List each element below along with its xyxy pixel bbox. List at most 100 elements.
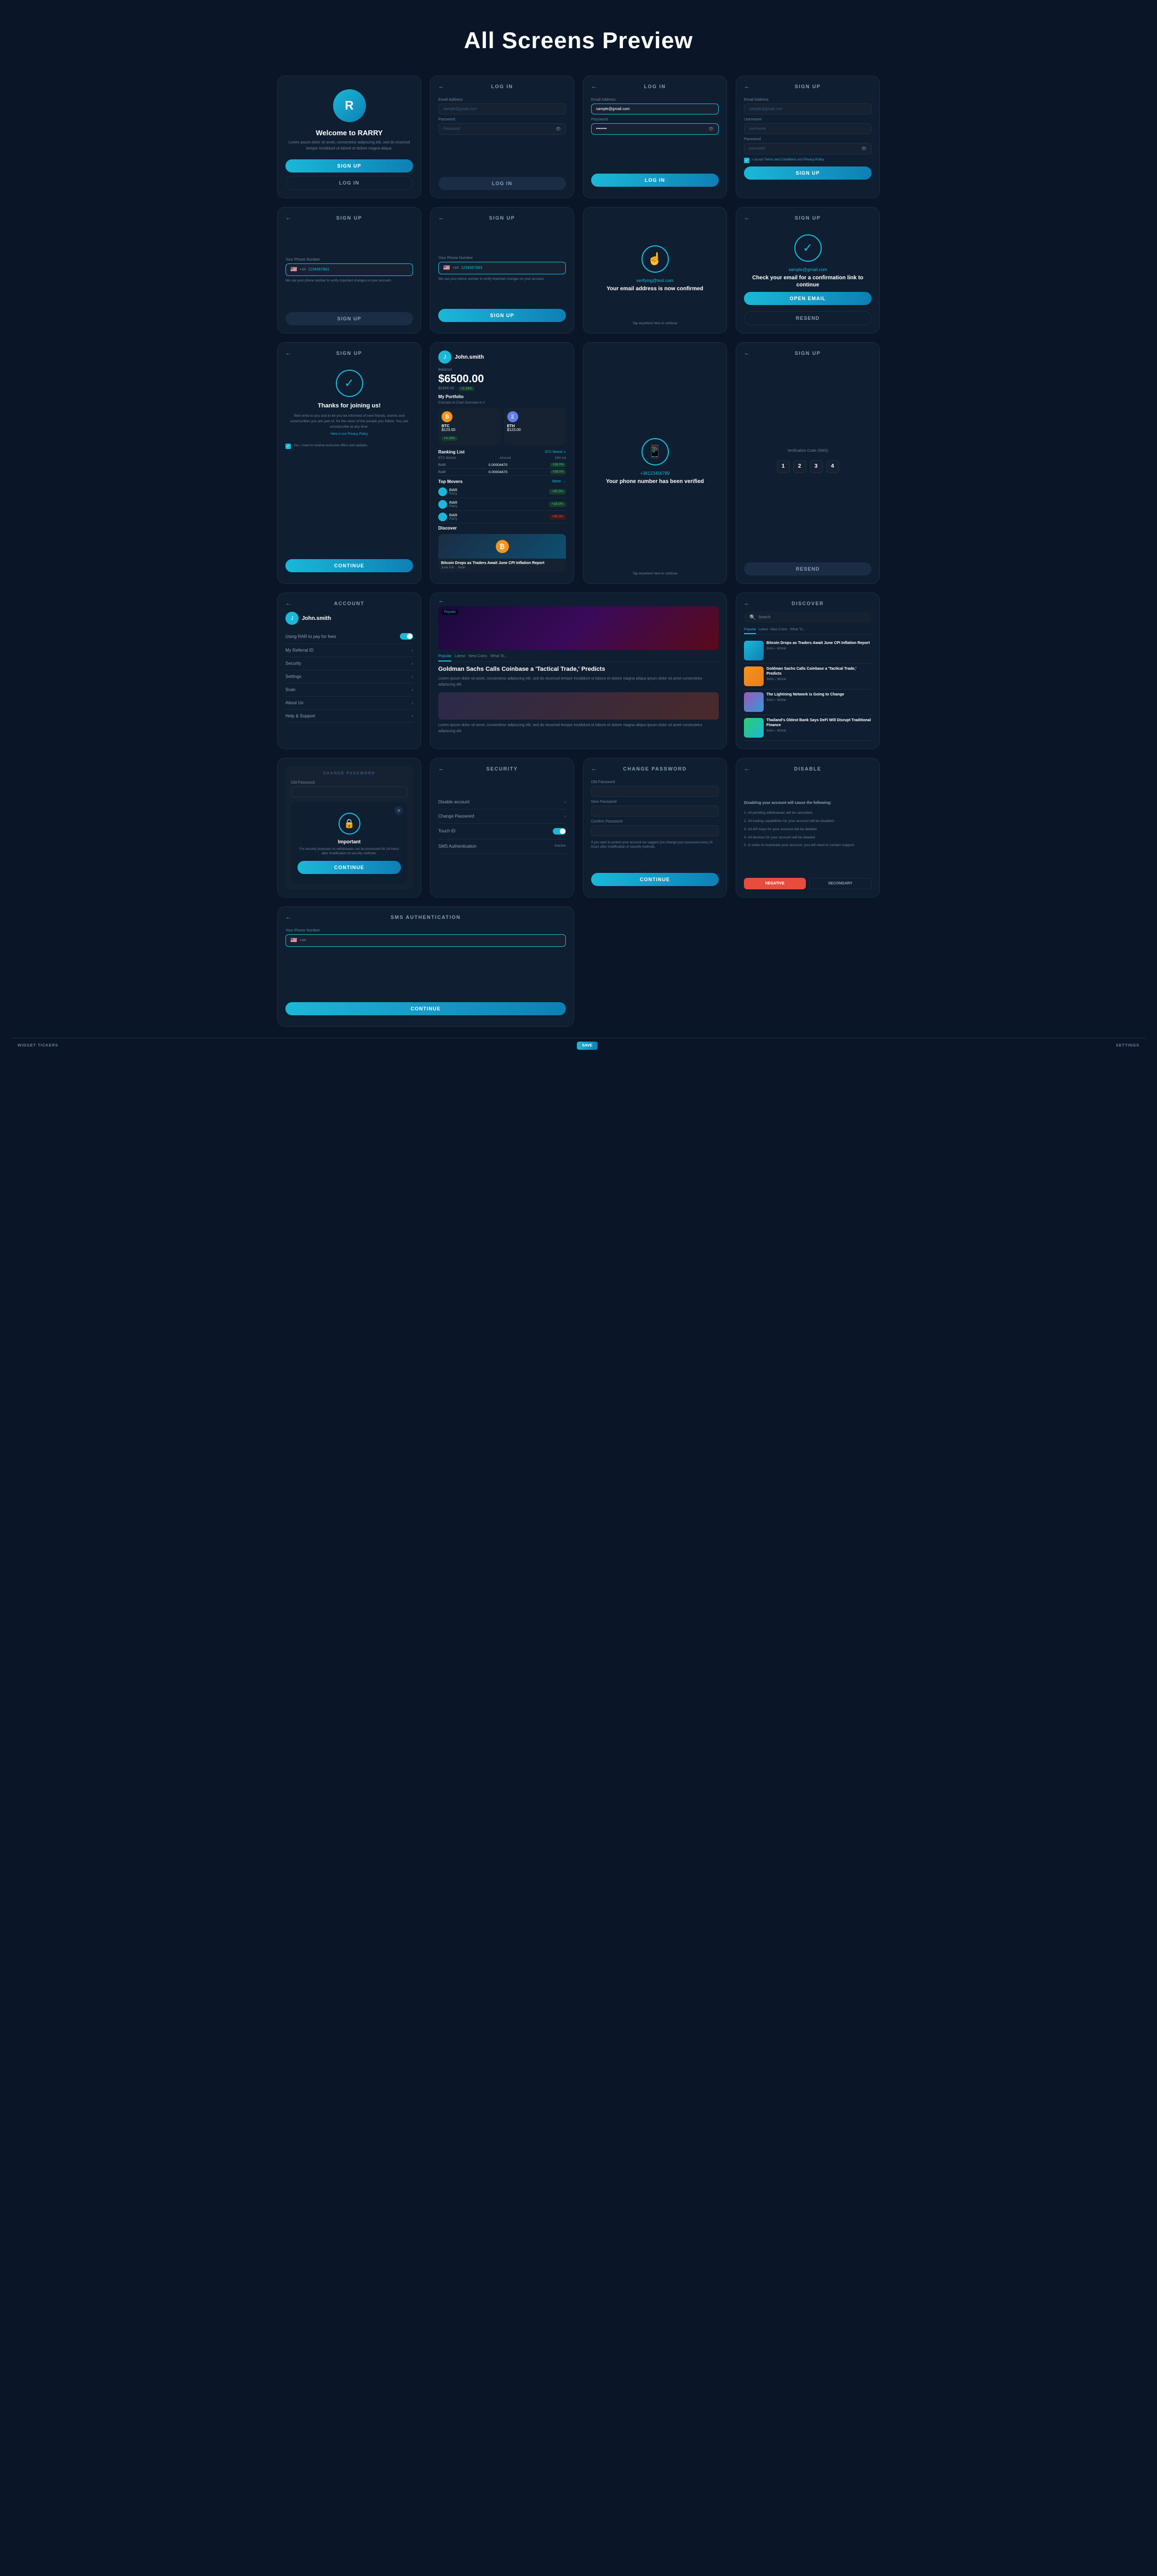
- privacy-link[interactable]: Here is our Privacy Policy: [285, 433, 413, 436]
- secondary-btn[interactable]: SECONDARY: [809, 878, 872, 889]
- cp-new-input[interactable]: [591, 806, 719, 817]
- screen-phone-verified: 📱 +38123456789 Your phone number has bee…: [583, 342, 727, 584]
- movers-more[interactable]: More →: [552, 480, 566, 484]
- negative-btn[interactable]: NEGATIVE: [744, 878, 806, 889]
- chevron-right-icon: ›: [411, 648, 413, 653]
- otp-digit-1[interactable]: 1: [777, 460, 790, 473]
- back-arrow-icon[interactable]: ←: [438, 597, 445, 604]
- back-arrow-icon[interactable]: ←: [744, 83, 751, 90]
- discover-title: Discover: [438, 526, 566, 531]
- back-arrow-icon[interactable]: ←: [285, 350, 293, 357]
- back-arrow-icon[interactable]: ←: [285, 600, 293, 607]
- thanks-continue-btn[interactable]: CONTINUE: [285, 559, 413, 572]
- login2-btn[interactable]: LOG IN: [591, 174, 719, 187]
- tab-newcoins[interactable]: New Coins: [770, 628, 787, 634]
- eye-icon[interactable]: 👁: [861, 146, 867, 151]
- security-change-pw[interactable]: Change Password ›: [438, 809, 566, 824]
- back-arrow-icon[interactable]: ←: [285, 914, 293, 921]
- account-item-about[interactable]: About Us ›: [285, 697, 413, 710]
- back-arrow-icon[interactable]: ←: [591, 83, 598, 90]
- phone1-signup-btn[interactable]: SIGN UP: [285, 312, 413, 325]
- back-arrow-icon[interactable]: ←: [438, 83, 445, 90]
- tab-latest[interactable]: Latest: [758, 628, 768, 634]
- account-item-scan[interactable]: Scan ›: [285, 683, 413, 697]
- open-email-btn[interactable]: OPEN EMAIL: [744, 292, 872, 305]
- cp-confirm-label: Confirm Password: [591, 820, 719, 824]
- signup1-btn[interactable]: SIGN UP: [744, 166, 872, 180]
- eye-icon[interactable]: 👁: [708, 127, 714, 131]
- otp-resend-btn[interactable]: RESEND: [744, 562, 872, 576]
- ranking-filter[interactable]: BTC Market ∨: [545, 450, 566, 454]
- article-hero-img: Popular: [438, 606, 719, 650]
- touch-id-toggle[interactable]: [553, 828, 566, 835]
- resend-btn[interactable]: RESEND: [744, 311, 872, 325]
- otp-digit-3[interactable]: 3: [810, 460, 823, 473]
- cp-continue-btn[interactable]: CONTINUE: [591, 873, 719, 886]
- welcome-signup-button[interactable]: SIGN UP: [285, 159, 413, 173]
- item-label: My Referral ID: [285, 648, 314, 653]
- otp-digit-2[interactable]: 2: [793, 460, 806, 473]
- signup1-email-input[interactable]: sample@gmail.com: [744, 104, 872, 114]
- signup1-password-input[interactable]: password 👁: [744, 143, 872, 154]
- tab-newcoins[interactable]: New Coins: [468, 654, 487, 662]
- phone2-signup-btn[interactable]: SIGN UP: [438, 309, 566, 322]
- phone-code: +44: [299, 268, 306, 272]
- login2-email-input[interactable]: sample@gmail.com: [591, 104, 719, 114]
- back-arrow-icon[interactable]: ←: [744, 600, 751, 607]
- tab-popular[interactable]: Popular: [744, 628, 756, 634]
- news-thumb-3: [744, 692, 764, 712]
- screen-dashboard: J John.smith Balance $6500.00 $2456.00 +…: [430, 342, 574, 584]
- tab-whatto[interactable]: What To...: [490, 654, 507, 662]
- account-item-settings[interactable]: Settings ›: [285, 670, 413, 683]
- eye-icon[interactable]: 👁: [555, 127, 561, 131]
- tab-latest[interactable]: Latest: [455, 654, 465, 662]
- thanks-checkbox[interactable]: ✓: [285, 444, 291, 449]
- sms-continue-btn[interactable]: CONTINUE: [285, 1002, 566, 1015]
- account-item-referral[interactable]: My Referral ID ›: [285, 644, 413, 657]
- cp-confirm-input[interactable]: [591, 825, 719, 836]
- modal-continue-btn[interactable]: CONTINUE: [297, 861, 401, 874]
- back-arrow-icon[interactable]: ←: [438, 215, 445, 221]
- phone1-input[interactable]: 🇺🇸 +44 1234567891: [285, 263, 413, 276]
- terms-checkbox[interactable]: ✓: [744, 158, 749, 163]
- welcome-login-button[interactable]: LOG IN: [285, 176, 413, 190]
- security-touch-id[interactable]: Touch ID: [438, 824, 566, 840]
- security-disable[interactable]: Disable account ›: [438, 795, 566, 809]
- tab-popular[interactable]: Popular: [438, 654, 451, 662]
- signup1-password-label: Password: [744, 137, 872, 141]
- save-button[interactable]: SAVE: [577, 1042, 598, 1050]
- account-item-help[interactable]: Help & Support ›: [285, 710, 413, 723]
- search-bar[interactable]: 🔍 Search: [744, 612, 872, 623]
- login1-email-input[interactable]: sample@gmail.com: [438, 104, 566, 114]
- settings-label: SETTINGS: [1116, 1044, 1139, 1048]
- otp-digit-4[interactable]: 4: [826, 460, 839, 473]
- check-email-header: ← SIGN UP: [744, 215, 872, 221]
- login1-password-input[interactable]: Password 👁: [438, 123, 566, 135]
- modal-close-btn[interactable]: ✕: [394, 806, 403, 815]
- back-arrow-icon[interactable]: ←: [744, 766, 751, 772]
- back-arrow-icon[interactable]: ←: [744, 350, 751, 357]
- account-item-toggle[interactable]: Using RAR to pay for fees: [285, 629, 413, 644]
- toggle-switch[interactable]: [400, 633, 413, 640]
- news-title-4: Thailand's Oldest Bank Says DeFi Will Di…: [766, 718, 872, 728]
- phone2-input[interactable]: 🇺🇸 +44 1234567893: [438, 262, 566, 274]
- tab-whatto[interactable]: What To...: [790, 628, 806, 634]
- thanks-header: ← SIGN UP: [285, 350, 413, 356]
- back-arrow-icon[interactable]: ←: [438, 766, 445, 772]
- balance-label: Balance: [438, 368, 566, 372]
- dashboard-username: John.smith: [455, 354, 484, 360]
- signup1-username-input[interactable]: username: [744, 123, 872, 134]
- sms-phone-input[interactable]: 🇺🇸 +44: [285, 934, 566, 947]
- back-arrow-icon[interactable]: ←: [744, 215, 751, 221]
- login2-password-input[interactable]: •••••••• 👁: [591, 123, 719, 135]
- back-arrow-icon[interactable]: ←: [285, 215, 293, 221]
- security-sms-auth[interactable]: SMS Authentication Inactive: [438, 840, 566, 854]
- account-item-security[interactable]: Security ›: [285, 657, 413, 670]
- login1-btn[interactable]: LOG IN: [438, 177, 566, 190]
- screen-article: ← Popular Popular Latest New Coins What …: [430, 593, 727, 749]
- cp-old-input[interactable]: [591, 786, 719, 797]
- back-arrow-icon[interactable]: ←: [591, 766, 598, 772]
- sms-phone-label: Your Phone Number: [285, 929, 566, 933]
- ranking-row-1: RAR 0.00004470 +26.0%: [438, 462, 566, 469]
- important-modal: ✕ 🔒 Important For security purposes no w…: [291, 802, 408, 884]
